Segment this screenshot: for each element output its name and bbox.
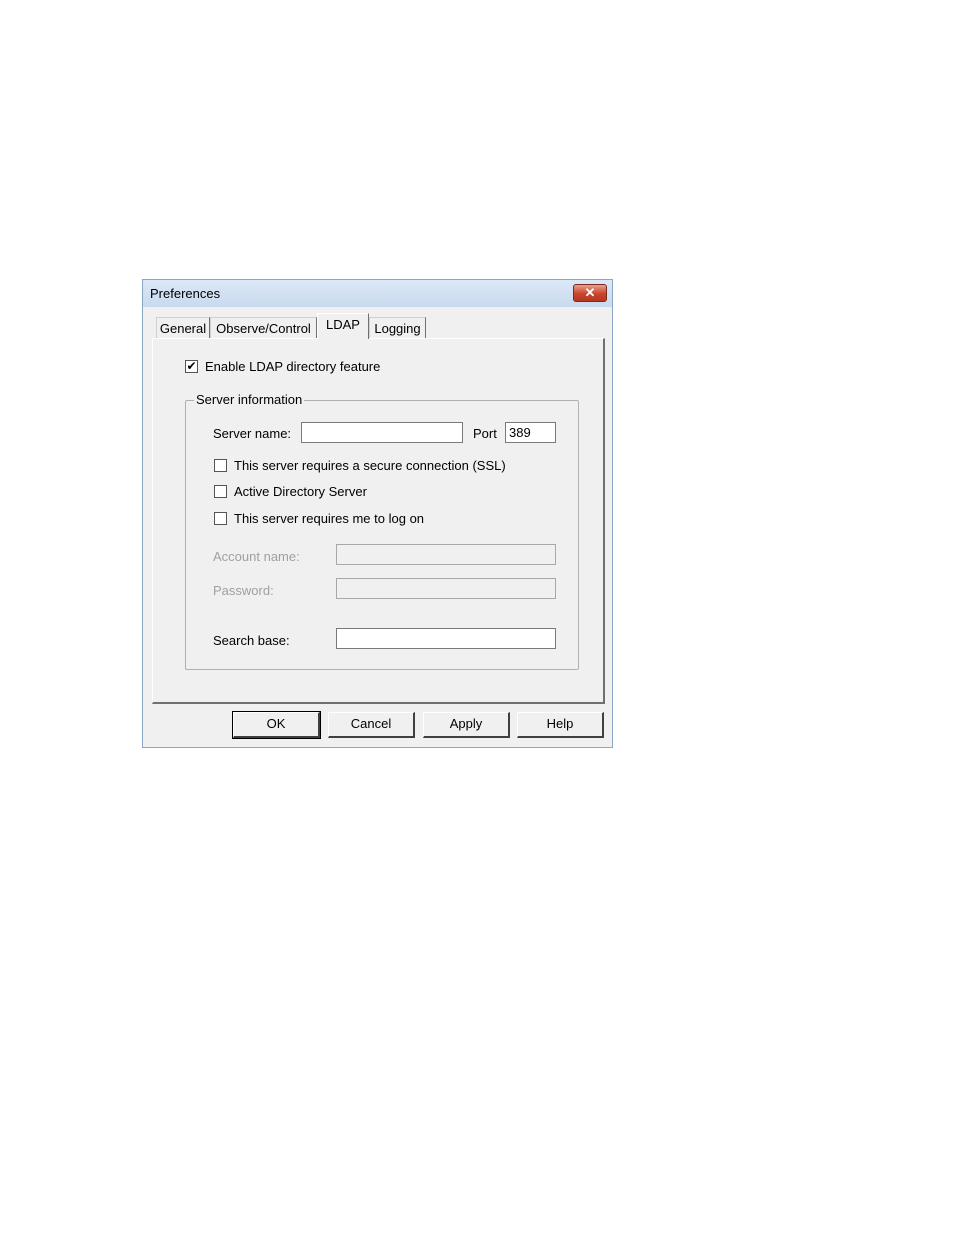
account-name-input[interactable] bbox=[336, 544, 556, 565]
log-on-checkbox[interactable] bbox=[214, 512, 227, 525]
server-name-label: Server name: bbox=[213, 426, 292, 441]
active-directory-checkbox[interactable] bbox=[214, 485, 227, 498]
password-input[interactable] bbox=[336, 578, 556, 599]
group-title: Server information bbox=[194, 392, 305, 407]
tab-logging[interactable]: Logging bbox=[369, 317, 426, 339]
port-label: Port bbox=[473, 426, 497, 441]
search-base-label: Search base: bbox=[213, 633, 290, 648]
server-name-input[interactable] bbox=[301, 422, 463, 443]
window-title: Preferences bbox=[150, 286, 221, 301]
tab-label: Logging bbox=[374, 321, 421, 336]
account-name-label: Account name: bbox=[213, 549, 300, 564]
log-on-label: This server requires me to log on bbox=[234, 511, 425, 526]
help-button[interactable]: Help bbox=[517, 712, 604, 738]
tab-ldap[interactable]: LDAP bbox=[317, 313, 369, 339]
ssl-checkbox[interactable] bbox=[214, 459, 227, 472]
title-bar[interactable]: Preferences ✕ bbox=[143, 280, 612, 307]
password-label: Password: bbox=[213, 583, 274, 598]
ssl-label: This server requires a secure connection… bbox=[234, 458, 506, 473]
cancel-button[interactable]: Cancel bbox=[328, 712, 415, 738]
tab-label: LDAP bbox=[326, 317, 360, 332]
active-directory-label: Active Directory Server bbox=[234, 484, 367, 499]
checkmark-icon: ✔ bbox=[186, 359, 197, 373]
port-input[interactable] bbox=[505, 422, 556, 443]
enable-ldap-checkbox[interactable]: ✔ bbox=[185, 360, 198, 373]
preferences-dialog: Preferences ✕ General Observe/Control LD… bbox=[142, 279, 613, 748]
tab-label: Observe/Control bbox=[216, 321, 311, 336]
tab-observe-control[interactable]: Observe/Control bbox=[210, 317, 317, 339]
close-button[interactable]: ✕ bbox=[573, 284, 607, 302]
ok-button[interactable]: OK bbox=[232, 711, 321, 739]
server-information-group: Server information Server name: Port Thi… bbox=[185, 392, 579, 670]
tab-general[interactable]: General bbox=[156, 317, 210, 339]
close-icon: ✕ bbox=[584, 285, 596, 300]
tab-label: General bbox=[159, 321, 207, 336]
search-base-input[interactable] bbox=[336, 628, 556, 649]
apply-button[interactable]: Apply bbox=[423, 712, 510, 738]
enable-ldap-label: Enable LDAP directory feature bbox=[205, 359, 381, 374]
